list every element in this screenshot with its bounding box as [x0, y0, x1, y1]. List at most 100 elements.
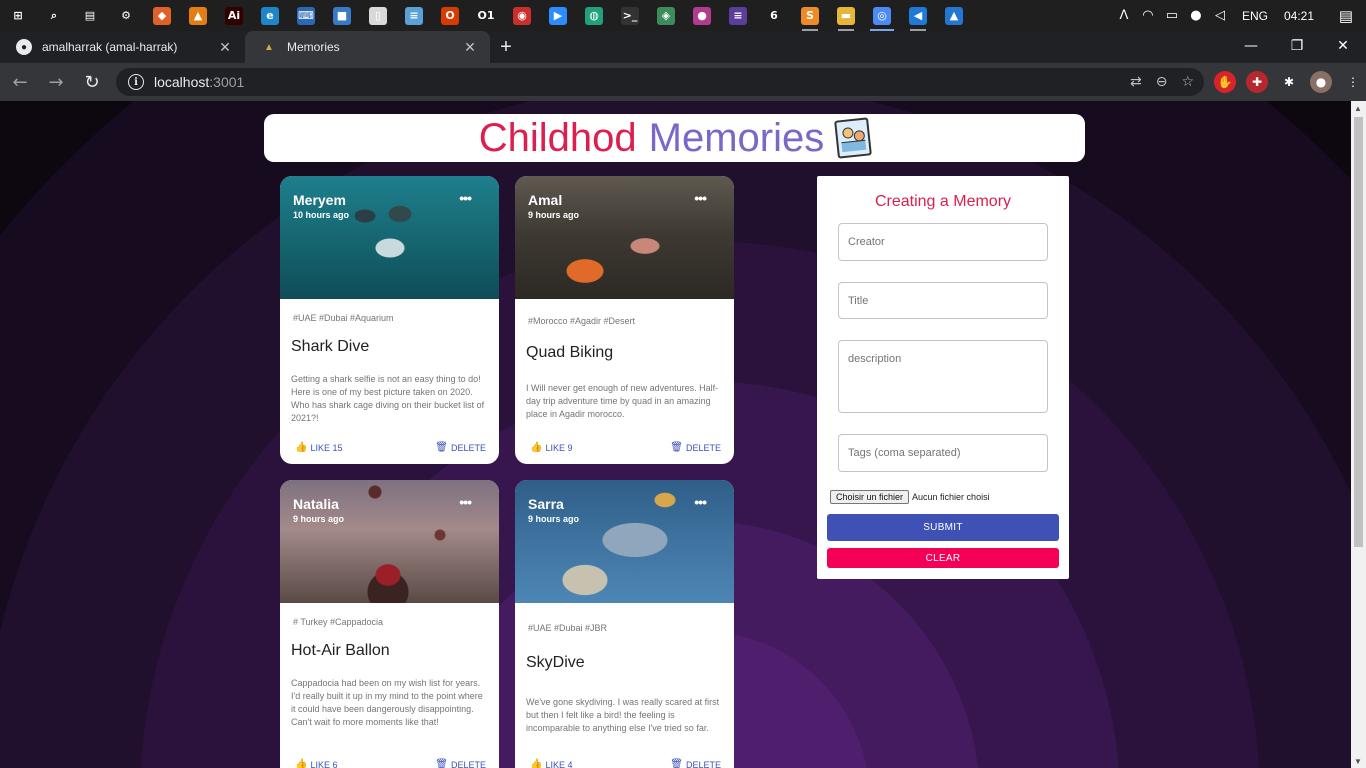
close-icon[interactable]: ✕ [462, 39, 478, 55]
taskbar-chrome-button[interactable]: ◎ [864, 0, 900, 31]
page-title-part2: Memories [648, 115, 825, 160]
taskbar-app-pink-button[interactable]: ● [684, 0, 720, 31]
bookmark-star-icon[interactable]: ☆ [1181, 74, 1194, 90]
post-image: Meryem 10 hours ago ••• [280, 176, 499, 299]
edge-icon: e [261, 6, 279, 25]
volume-icon[interactable]: ◁ [1208, 0, 1232, 31]
back-button[interactable]: ← [4, 66, 36, 98]
taskbar-cmd-button[interactable]: >_ [612, 0, 648, 31]
taskbar-settings-button[interactable]: ⚙ [108, 0, 144, 31]
taskbar-edge-button[interactable]: e [252, 0, 288, 31]
post-title: SkyDive [526, 654, 585, 671]
notification-icon[interactable]: ▤ [1326, 7, 1366, 25]
taskbar-o1-button[interactable]: O1 [468, 0, 504, 31]
tray-chevron-icon[interactable]: ᐱ [1112, 0, 1136, 31]
more-options-icon[interactable]: ••• [694, 190, 707, 206]
taskbar-zoom-button[interactable]: ▶ [540, 0, 576, 31]
taskbar-notepad-button[interactable]: ≡ [396, 0, 432, 31]
url-port: :3001 [209, 74, 245, 90]
create-memory-form: Creating a Memory Creator Title descript… [817, 176, 1069, 579]
forward-button[interactable]: → [40, 66, 72, 98]
post-title: Hot-Air Ballon [291, 642, 390, 659]
taskbar-app-bars-button[interactable]: ≡ [720, 0, 756, 31]
translate-icon[interactable]: ⇄ [1130, 74, 1142, 90]
more-options-icon[interactable]: ••• [459, 494, 472, 510]
clear-button[interactable]: CLEAR [827, 548, 1059, 568]
delete-button[interactable]: 🗑 DELETE [435, 442, 486, 453]
browser-toolbar: ← → ↻ i localhost:3001 ⇄ ⊖ ☆ ✋ ✚ ✱ ● ⋮ [0, 63, 1366, 101]
taskbar-vlc-button[interactable]: ▲ [180, 0, 216, 31]
submit-button[interactable]: SUBMIT [827, 514, 1059, 541]
vscode-icon: ◀ [909, 6, 927, 25]
taskbar-sublime-button[interactable]: S [792, 0, 828, 31]
scroll-down-arrow-icon[interactable]: ▼ [1354, 757, 1362, 766]
menu-extension-icon[interactable]: ⋮ [1342, 71, 1364, 93]
tab-github[interactable]: ● amalharrak (amal-harrak) ✕ [0, 31, 245, 63]
puzzle-extension-icon[interactable]: ✱ [1278, 71, 1300, 93]
browser-tab-strip: ● amalharrak (amal-harrak) ✕ ▲ Memories … [0, 31, 1366, 63]
tags-input[interactable]: Tags (coma separated) [838, 434, 1048, 472]
scrollbar-thumb[interactable] [1354, 117, 1363, 547]
taskbar-recorder-button[interactable]: ◉ [504, 0, 540, 31]
language-indicator[interactable]: ENG [1232, 9, 1278, 23]
taskbar-illustrator-button[interactable]: Ai [216, 0, 252, 31]
page-scrollbar[interactable]: ▲ ▼ [1351, 101, 1366, 768]
zoom-icon[interactable]: ⊖ [1156, 74, 1168, 90]
paint-icon: ◆ [153, 6, 171, 25]
profile-avatar-icon[interactable]: ● [1310, 71, 1332, 93]
title-input[interactable]: Title [838, 282, 1048, 319]
taskbar-store-button[interactable]: ■ [324, 0, 360, 31]
vlc-icon: ▲ [189, 6, 207, 25]
more-options-icon[interactable]: ••• [694, 494, 707, 510]
like-button[interactable]: 👍 LIKE 9 [530, 442, 572, 453]
minimize-button[interactable]: — [1228, 31, 1274, 61]
window-close-button[interactable]: ✕ [1320, 31, 1366, 61]
more-options-icon[interactable]: ••• [459, 190, 472, 206]
choose-file-button[interactable]: Choisir un fichier [830, 490, 910, 504]
adblock-extension-icon[interactable]: ✋ [1214, 71, 1236, 93]
taskbar-vscode-button[interactable]: ◀ [900, 0, 936, 31]
post-time: 9 hours ago [528, 514, 580, 524]
restore-button[interactable]: ❐ [1274, 31, 1320, 61]
close-icon[interactable]: ✕ [217, 39, 233, 55]
taskbar-color-app-button[interactable]: ◍ [576, 0, 612, 31]
trash-icon: 🗑 [670, 442, 683, 453]
description-input[interactable]: description [838, 340, 1048, 413]
delete-button[interactable]: 🗑 DELETE [670, 442, 721, 453]
taskbar-task-view-button[interactable]: ▤ [72, 0, 108, 31]
like-button[interactable]: 👍 LIKE 4 [530, 759, 572, 768]
delete-button[interactable]: 🗑 DELETE [435, 759, 486, 768]
taskbar-file-explorer-button[interactable]: ▬ [828, 0, 864, 31]
wifi-icon[interactable]: ◠ [1136, 0, 1160, 31]
store-icon: ■ [333, 6, 351, 25]
creator-input[interactable]: Creator [838, 223, 1048, 261]
delete-button[interactable]: 🗑 DELETE [670, 759, 721, 768]
taskbar-windows-start-button[interactable]: ⊞ [0, 0, 36, 31]
address-bar[interactable]: i localhost:3001 ⇄ ⊖ ☆ [116, 68, 1204, 96]
taskbar-git-tool-button[interactable]: ◈ [648, 0, 684, 31]
tab-title: amalharrak (amal-harrak) [42, 40, 178, 54]
reload-button[interactable]: ↻ [76, 66, 108, 98]
taskbar-file-button[interactable]: ▯ [360, 0, 396, 31]
post-actions: 👍 LIKE 9 🗑 DELETE [515, 442, 734, 453]
microphone-icon[interactable]: ● [1184, 0, 1208, 31]
taskbar-keyboard-button[interactable]: ⌨ [288, 0, 324, 31]
like-button[interactable]: 👍 LIKE 6 [295, 759, 337, 768]
site-info-icon[interactable]: i [128, 74, 144, 90]
taskbar-office-button[interactable]: O [432, 0, 468, 31]
settings-icon: ⚙ [117, 6, 135, 25]
taskbar-search-button[interactable]: ⌕ [36, 0, 72, 31]
clock[interactable]: 04:21 [1278, 9, 1326, 23]
battery-icon[interactable]: ▭ [1160, 0, 1184, 31]
like-button[interactable]: 👍 LIKE 15 [295, 442, 342, 453]
post-card: Amal 9 hours ago ••• #Morocco #Agadir #D… [515, 176, 734, 464]
taskbar-photos-button[interactable]: ▲ [936, 0, 972, 31]
taskbar-app-red-button[interactable]: 6 [756, 0, 792, 31]
new-tab-button[interactable]: + [490, 31, 522, 63]
tab-memories[interactable]: ▲ Memories ✕ [245, 31, 490, 63]
taskbar-paint-button[interactable]: ◆ [144, 0, 180, 31]
scroll-up-arrow-icon[interactable]: ▲ [1354, 104, 1362, 113]
red-extension-icon[interactable]: ✚ [1246, 71, 1268, 93]
url-host: localhost [154, 74, 210, 90]
post-image: Amal 9 hours ago ••• [515, 176, 734, 299]
